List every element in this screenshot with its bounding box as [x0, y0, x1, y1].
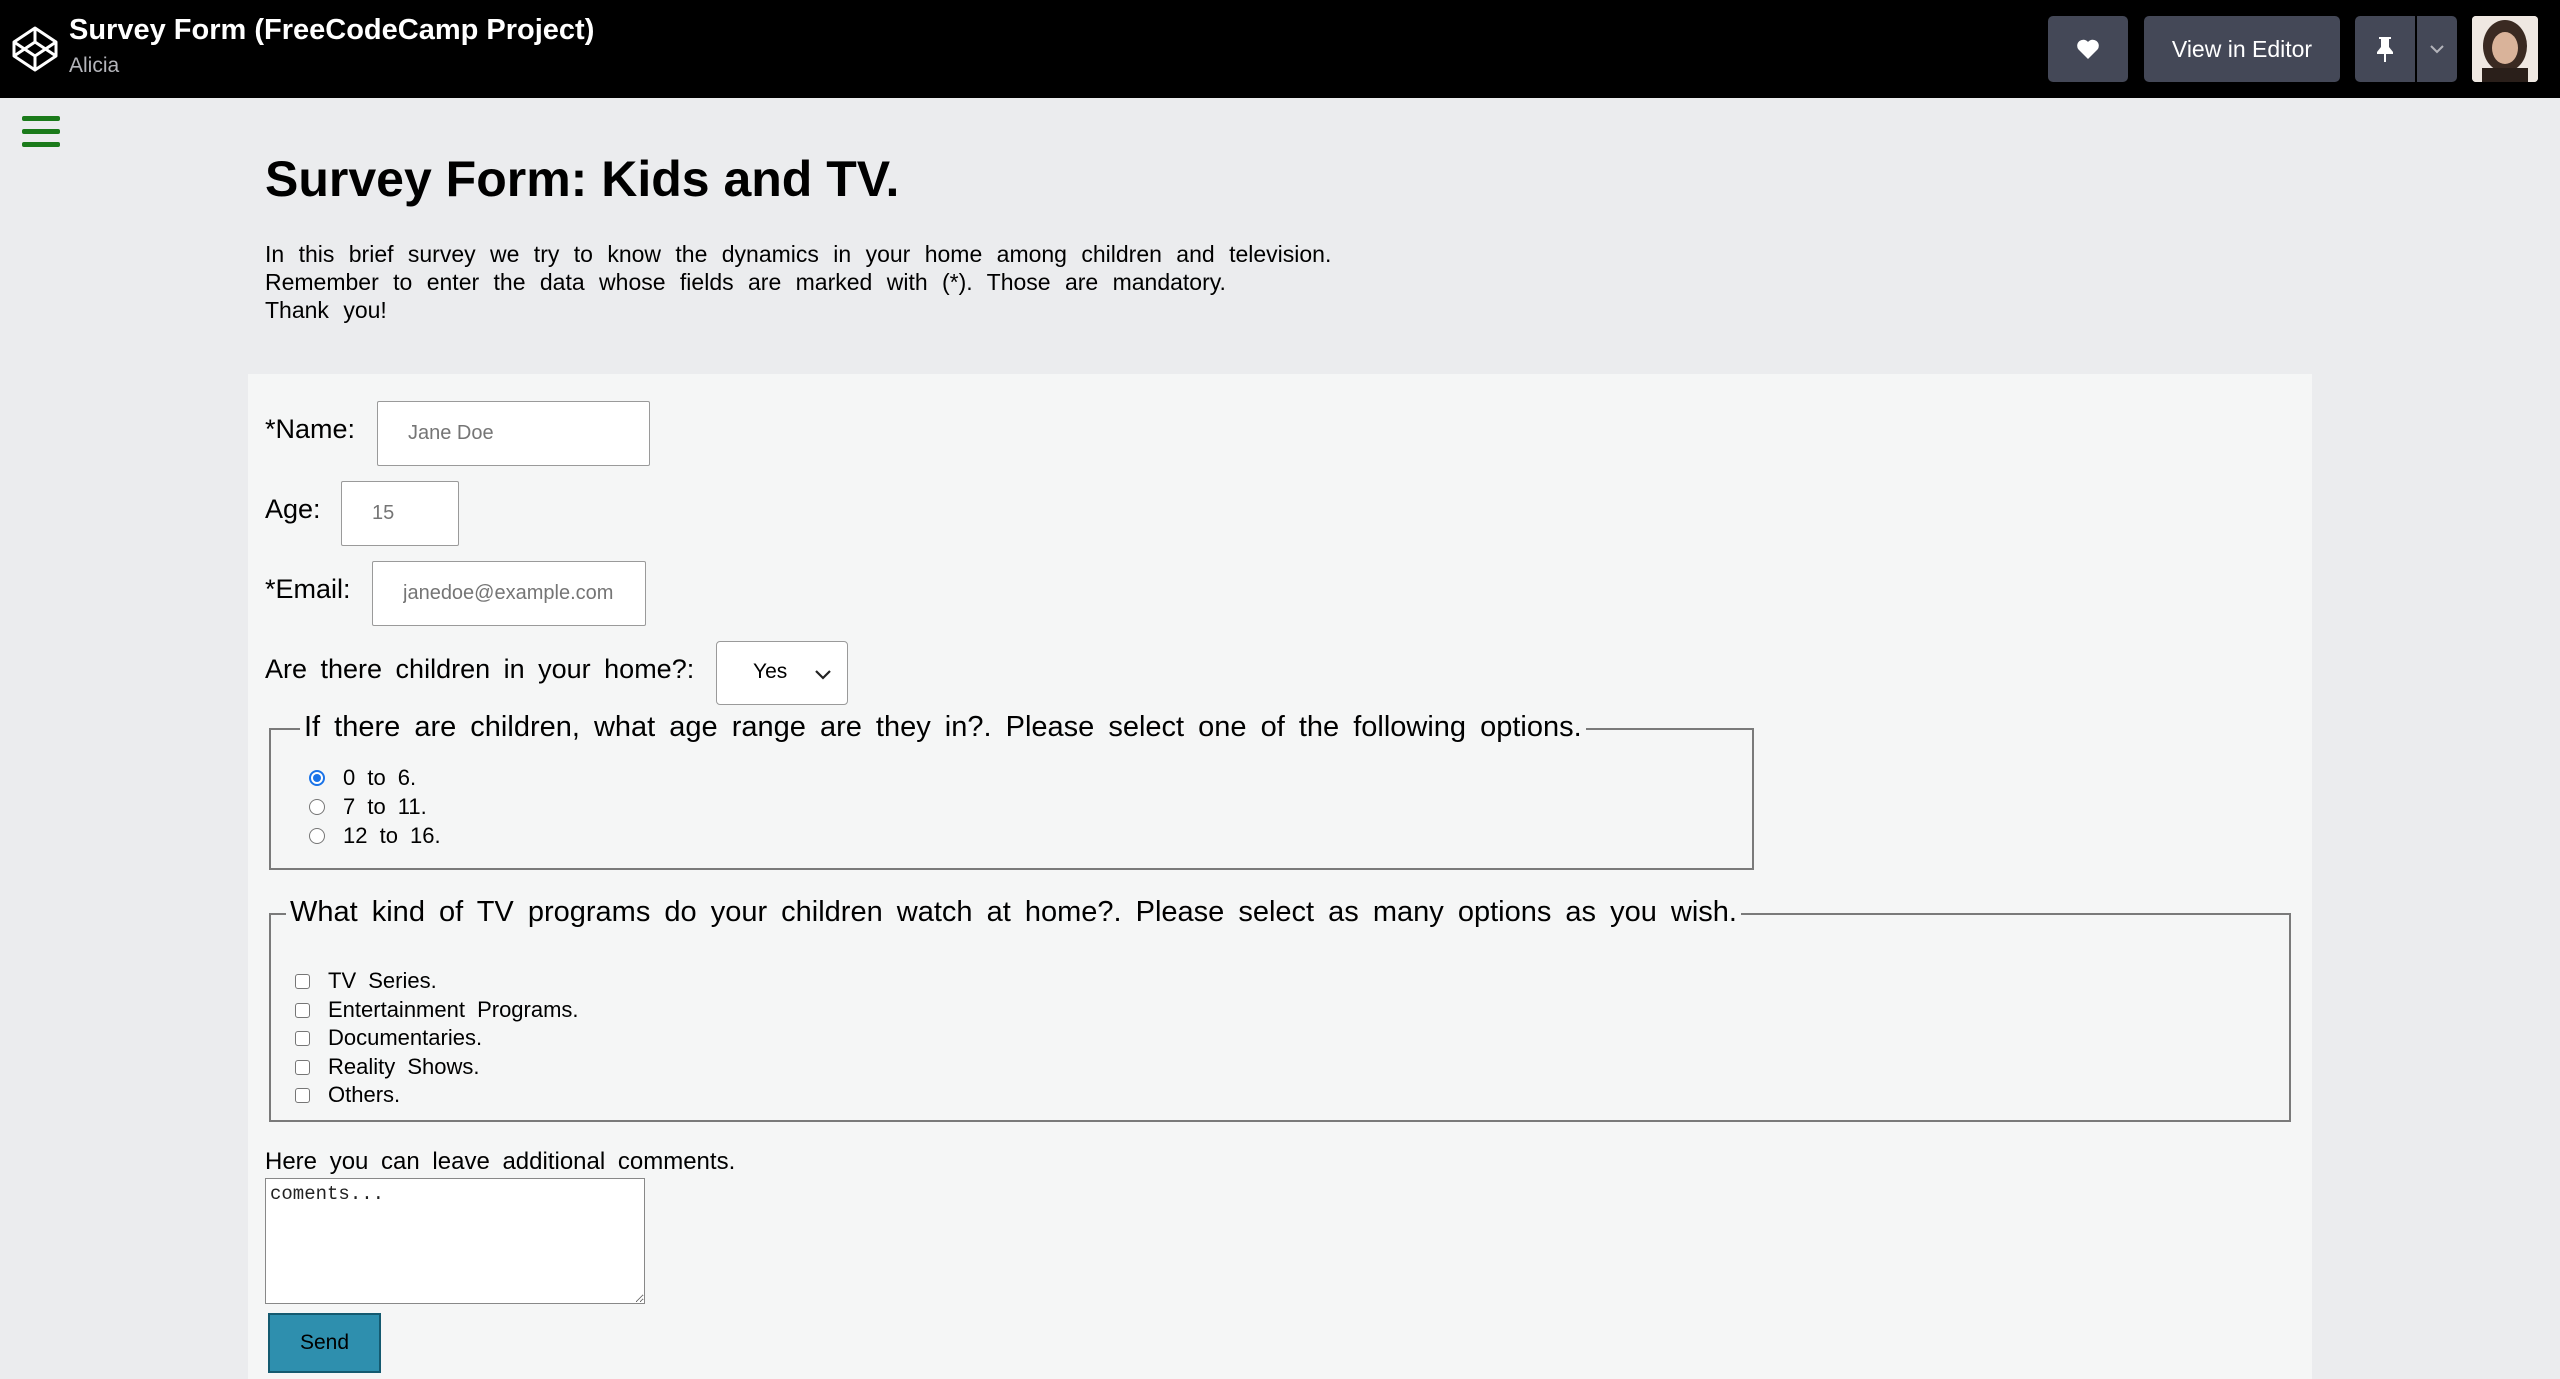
heart-button[interactable]: [2048, 16, 2128, 82]
children-select[interactable]: Yes: [716, 641, 848, 705]
checkbox[interactable]: [295, 973, 310, 989]
pin-button[interactable]: [2355, 16, 2415, 82]
checkbox[interactable]: [295, 1059, 310, 1075]
checkbox[interactable]: [295, 1087, 310, 1103]
codepen-logo-icon[interactable]: [10, 24, 60, 74]
view-in-editor-button[interactable]: View in Editor: [2144, 16, 2340, 82]
user-avatar[interactable]: [2472, 16, 2538, 82]
checkbox[interactable]: [295, 1030, 310, 1046]
page-title: Survey Form: Kids and TV.: [265, 151, 900, 207]
hamburger-menu-icon[interactable]: [22, 116, 60, 148]
option-label: 7 to 11.: [343, 794, 427, 819]
avatar-image: [2472, 16, 2538, 82]
age-label: Age:: [265, 494, 321, 524]
program-option[interactable]: Reality Shows.: [295, 1054, 480, 1080]
option-label: Entertainment Programs.: [328, 997, 579, 1022]
chevron-down-icon: [2430, 45, 2444, 54]
intro-line: Thank you!: [265, 297, 387, 323]
option-label: 12 to 16.: [343, 823, 441, 848]
radio-button[interactable]: [309, 828, 325, 844]
children-select-value: Yes: [753, 660, 788, 683]
top-bar: Survey Form (FreeCodeCamp Project) Alici…: [0, 0, 2560, 98]
option-label: TV Series.: [328, 968, 437, 993]
age-range-option[interactable]: 12 to 16.: [309, 823, 441, 849]
comments-label: Here you can leave additional comments.: [265, 1148, 736, 1175]
age-range-legend: If there are children, what age range ar…: [300, 711, 1586, 744]
age-input[interactable]: [341, 481, 459, 546]
program-option[interactable]: TV Series.: [295, 968, 437, 994]
program-option[interactable]: Documentaries.: [295, 1025, 482, 1051]
name-label: *Name:: [265, 414, 356, 444]
email-input[interactable]: [372, 561, 646, 626]
radio-button[interactable]: [309, 770, 325, 786]
pen-author[interactable]: Alicia: [69, 54, 119, 78]
send-button[interactable]: Send: [268, 1313, 381, 1373]
program-option[interactable]: Entertainment Programs.: [295, 997, 579, 1023]
option-label: Reality Shows.: [328, 1054, 480, 1079]
checkbox[interactable]: [295, 1002, 310, 1018]
email-label: *Email:: [265, 574, 351, 604]
intro-line: Remember to enter the data whose fields …: [265, 269, 1226, 295]
name-input[interactable]: [377, 401, 650, 466]
comments-textarea[interactable]: [265, 1178, 645, 1304]
heart-icon: [2077, 39, 2099, 59]
age-range-option[interactable]: 7 to 11.: [309, 794, 427, 820]
option-label: Others.: [328, 1082, 401, 1107]
pin-options-button[interactable]: [2417, 16, 2457, 82]
intro-line: In this brief survey we try to know the …: [265, 241, 1332, 267]
age-range-fieldset: [269, 728, 1754, 870]
chevron-down-icon: [815, 670, 831, 680]
age-range-option[interactable]: 0 to 6.: [309, 765, 416, 791]
program-option[interactable]: Others.: [295, 1082, 400, 1108]
programs-legend: What kind of TV programs do your childre…: [286, 896, 1741, 929]
option-label: Documentaries.: [328, 1025, 483, 1050]
option-label: 0 to 6.: [343, 765, 417, 790]
intro-text: In this brief survey we try to know the …: [265, 240, 1415, 324]
pin-icon: [2377, 37, 2393, 62]
children-question-label: Are there children in your home?:: [265, 654, 695, 684]
radio-button[interactable]: [309, 799, 325, 815]
pen-title[interactable]: Survey Form (FreeCodeCamp Project): [69, 14, 594, 47]
